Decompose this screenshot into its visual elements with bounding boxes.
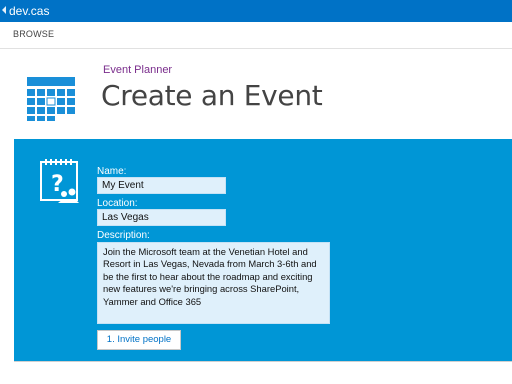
location-field[interactable]: Las Vegas (97, 209, 226, 226)
divider (14, 361, 512, 362)
suite-bar: dev.cas (0, 0, 512, 22)
invite-people-button[interactable]: 1. Invite people (97, 330, 181, 350)
event-question-icon: ? (40, 159, 79, 203)
ribbon-tab-browse[interactable]: BROWSE (13, 29, 54, 39)
description-label: Description: (97, 230, 150, 241)
app-name-link[interactable]: Event Planner (103, 64, 172, 76)
back-arrow-icon[interactable] (2, 6, 6, 14)
description-field[interactable]: Join the Microsoft team at the Venetian … (97, 242, 330, 324)
ribbon-bar: BROWSE (0, 22, 512, 49)
page-title: Create an Event (101, 79, 323, 112)
calendar-grid-icon (27, 77, 75, 121)
name-field[interactable]: My Event (97, 177, 226, 194)
site-title-link[interactable]: dev.cas (9, 3, 49, 19)
